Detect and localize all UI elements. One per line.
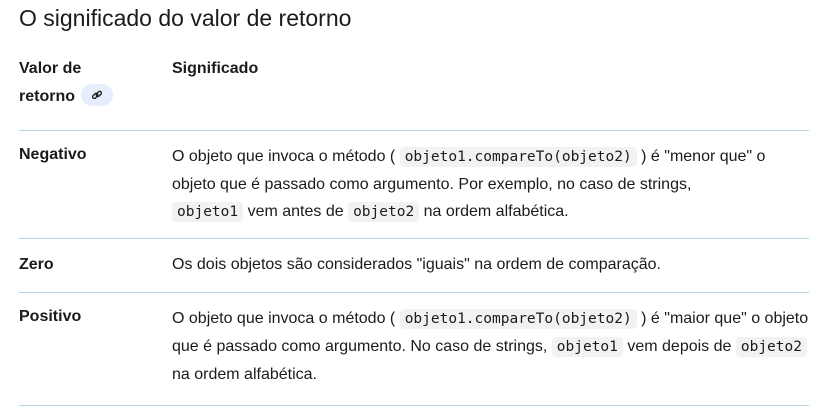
- text-fragment: vem antes de: [247, 203, 344, 220]
- inline-code: objeto1: [551, 337, 623, 357]
- text-fragment: na ordem alfabética.: [172, 366, 317, 383]
- header-return-value-line1: Valor de: [19, 60, 82, 77]
- table-header-row: Valor de retorno Significado: [19, 55, 809, 131]
- header-return-value: Valor de retorno: [19, 55, 172, 130]
- inline-code: objeto1.compareTo(objeto2): [399, 309, 637, 329]
- link-icon: [91, 90, 103, 99]
- header-meaning: Significado: [172, 60, 259, 77]
- header-return-value-line2: retorno: [19, 88, 75, 105]
- inline-code: objeto1: [172, 202, 244, 222]
- text-fragment: O objeto que invoca o método (: [172, 148, 396, 165]
- anchor-link-button[interactable]: [81, 83, 113, 106]
- page-title: O significado do valor de retorno: [19, 5, 352, 31]
- row-meaning: O objeto que invoca o método ( objeto1.c…: [172, 293, 809, 405]
- table-row-zero: Zero Os dois objetos são considerados "i…: [19, 239, 809, 293]
- text-fragment: vem depois de: [627, 338, 732, 355]
- row-key: Zero: [19, 256, 54, 273]
- inline-code: objeto2: [735, 337, 807, 357]
- text-fragment: O objeto que invoca o método (: [172, 310, 396, 327]
- row-key: Negativo: [19, 146, 87, 163]
- text-fragment: na ordem alfabética.: [423, 203, 569, 220]
- return-value-table: Valor de retorno Significado Negativo O …: [19, 55, 809, 406]
- table-row-positive: Positivo O objeto que invoca o método ( …: [19, 293, 809, 406]
- table-row-negative: Negativo O objeto que invoca o método ( …: [19, 131, 809, 239]
- row-meaning: Os dois objetos são considerados "iguais…: [172, 256, 661, 273]
- inline-code: objeto2: [348, 202, 420, 222]
- row-key: Positivo: [19, 308, 82, 325]
- row-meaning: O objeto que invoca o método ( objeto1.c…: [172, 131, 809, 238]
- inline-code: objeto1.compareTo(objeto2): [399, 147, 637, 167]
